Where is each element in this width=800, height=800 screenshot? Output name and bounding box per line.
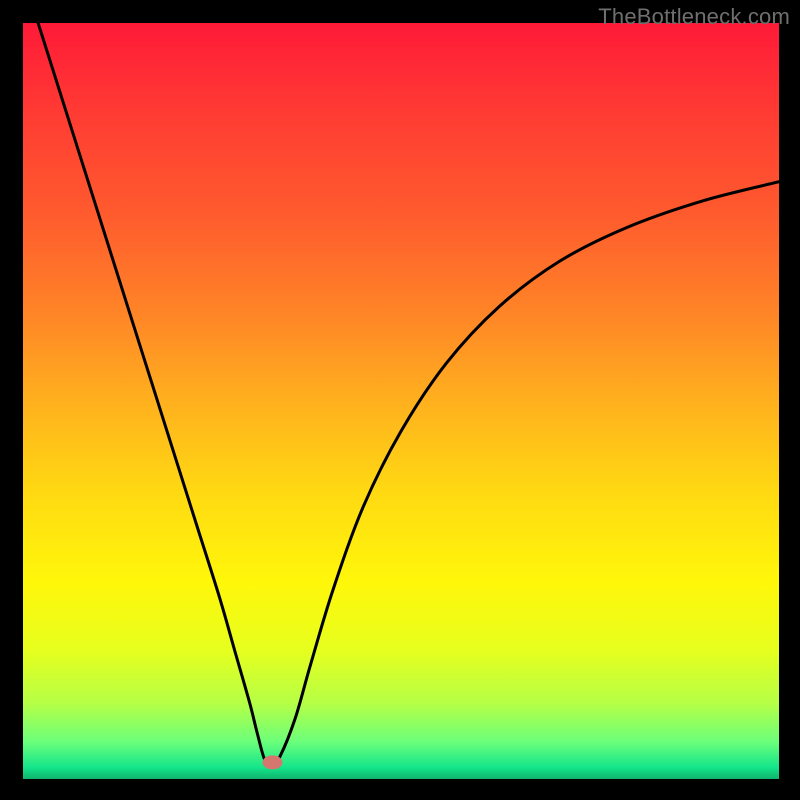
bottleneck-chart (23, 23, 779, 779)
watermark-text: TheBottleneck.com (598, 4, 790, 30)
gradient-background (23, 23, 779, 779)
optimum-marker (262, 755, 282, 769)
chart-frame (23, 23, 779, 779)
